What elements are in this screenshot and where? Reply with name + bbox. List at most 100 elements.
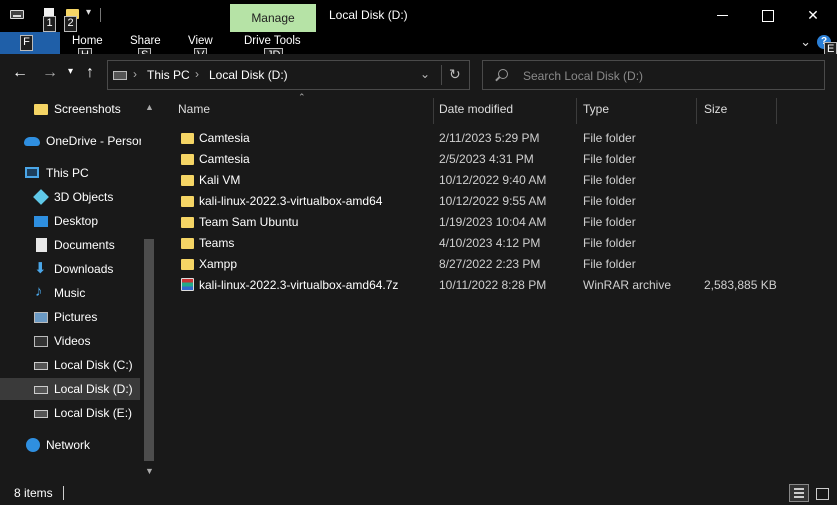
scroll-down-icon[interactable]: ▼ [145,466,154,476]
up-arrow-icon[interactable]: ↑ [86,64,94,82]
details-view-icon[interactable] [789,484,809,502]
file-type: File folder [583,215,636,229]
sidebar-item-documents[interactable]: Documents [0,234,140,256]
refresh-icon[interactable]: ↻ [449,66,461,83]
sidebar-item-local-disk-e[interactable]: Local Disk (E:) [0,402,140,424]
recent-locations-icon[interactable]: ▾ [68,66,73,77]
file-date: 10/11/2022 8:28 PM [439,278,547,292]
scrollbar-thumb[interactable] [144,239,154,461]
file-date: 8/27/2022 2:23 PM [439,257,541,271]
drive-icon [113,71,127,80]
file-type: WinRAR archive [583,278,672,292]
minimize-button[interactable] [700,0,746,32]
sidebar-item-screenshots[interactable]: Screenshots [0,98,140,120]
table-row[interactable]: Team Sam Ubuntu 1/19/2023 10:04 AM File … [168,212,837,233]
navigation-bar: ← → ▾ ↑ › This PC › Local Disk (D:) ⌄ ↻ … [0,54,837,96]
sidebar-item-local-disk-d[interactable]: Local Disk (D:) [0,378,140,400]
customize-toolbar-icon[interactable]: ▾ [86,7,91,18]
column-divider[interactable] [576,98,577,124]
file-name: Camtesia [199,152,250,166]
sidebar-item-desktop[interactable]: Desktop [0,210,140,232]
file-type: File folder [583,236,636,250]
drive-icon [34,410,48,418]
breadcrumb-chevron-icon[interactable]: › [133,67,137,81]
column-divider[interactable] [433,98,434,124]
breadcrumb-local-disk-d[interactable]: Local Disk (D:) [209,68,288,82]
navigation-pane: Screenshots OneDrive - Persor This PC 3D… [0,96,157,482]
search-box[interactable]: Search Local Disk (D:) [482,60,825,90]
file-name: kali-linux-2022.3-virtualbox-amd64.7z [199,278,399,292]
sidebar-item-label: Desktop [54,214,99,228]
sidebar-item-label: Videos [54,334,91,348]
table-row[interactable]: Kali VM 10/12/2022 9:40 AM File folder [168,170,837,191]
network-icon [26,438,40,452]
tab-file[interactable]: F [0,32,60,54]
back-arrow-icon[interactable]: ← [12,64,28,82]
tab-view[interactable]: View [188,35,213,47]
folder-icon [34,104,48,115]
toolbar-divider [100,8,101,22]
maximize-button[interactable] [745,0,791,32]
table-row[interactable]: Xampp 8/27/2022 2:23 PM File folder [168,254,837,275]
column-header-type[interactable]: Type [583,102,609,116]
sidebar-item-label: OneDrive - Persor [46,134,143,148]
forward-arrow-icon[interactable]: → [42,64,58,82]
column-divider[interactable] [776,98,777,124]
table-row[interactable]: Camtesia 2/5/2023 4:31 PM File folder [168,149,837,170]
table-row[interactable]: Camtesia 2/11/2023 5:29 PM File folder [168,128,837,149]
tab-drive-tools[interactable]: Drive Tools [244,35,301,47]
large-icons-view-icon[interactable] [813,484,831,502]
sidebar-item-local-disk-c[interactable]: Local Disk (C:) [0,354,140,376]
sidebar-scrollbar[interactable]: ▲ ▼ [141,96,157,482]
table-row[interactable]: kali-linux-2022.3-virtualbox-amd64 10/12… [168,191,837,212]
cube-icon [33,189,49,205]
sidebar-item-onedrive[interactable]: OneDrive - Persor [0,130,143,152]
sidebar-item-3d-objects[interactable]: 3D Objects [0,186,140,208]
sidebar-item-music[interactable]: ♪ Music [0,282,140,304]
close-button[interactable]: ✕ [790,0,836,32]
folder-icon [181,259,194,270]
address-dropdown-icon[interactable]: ⌄ [420,67,430,81]
tab-home[interactable]: Home [72,35,103,47]
sidebar-item-label: Downloads [54,262,114,276]
breadcrumb-this-pc[interactable]: This PC [147,68,190,82]
sidebar-item-label: Local Disk (D:) [54,382,133,396]
address-bar[interactable]: › This PC › Local Disk (D:) ⌄ ↻ [107,60,470,90]
search-input[interactable]: Search Local Disk (D:) [523,69,643,83]
sidebar-item-network[interactable]: Network [0,434,140,456]
table-row[interactable]: kali-linux-2022.3-virtualbox-amd64.7z 10… [168,275,837,296]
search-icon [498,69,508,79]
sidebar-item-this-pc[interactable]: This PC [0,162,140,184]
expand-ribbon-icon[interactable]: ⌄ [800,34,811,50]
sidebar-item-pictures[interactable]: Pictures [0,306,140,328]
folder-icon [181,175,194,186]
address-divider [441,65,442,85]
breadcrumb-chevron-icon[interactable]: › [195,67,199,81]
sidebar-item-label: Local Disk (C:) [54,358,133,372]
sidebar-item-label: Music [54,286,86,300]
sidebar-item-label: Network [46,438,91,452]
tab-share[interactable]: Share [130,35,161,47]
document-icon [36,238,47,252]
file-date: 4/10/2023 4:12 PM [439,236,541,250]
tab-manage[interactable]: Manage [230,4,316,32]
file-name: kali-linux-2022.3-virtualbox-amd64 [199,194,383,208]
table-row[interactable]: Teams 4/10/2023 4:12 PM File folder [168,233,837,254]
folder-icon [181,154,194,165]
sidebar-item-downloads[interactable]: ⬇ Downloads [0,258,140,280]
videos-icon [34,336,48,347]
column-divider[interactable] [696,98,697,124]
column-header-size[interactable]: Size [704,102,727,116]
column-header-date-modified[interactable]: Date modified [439,102,513,116]
cloud-icon [24,137,40,146]
keytip-file: F [20,35,33,51]
sidebar-item-videos[interactable]: Videos [0,330,140,352]
drive-icon[interactable] [10,10,24,19]
file-name: Team Sam Ubuntu [199,215,299,229]
archive-icon [181,278,194,291]
window-title: Local Disk (D:) [329,8,408,22]
column-header-name[interactable]: Name [178,102,210,116]
scroll-up-icon[interactable]: ▲ [145,102,154,112]
folder-icon [181,196,194,207]
file-type: File folder [583,194,636,208]
